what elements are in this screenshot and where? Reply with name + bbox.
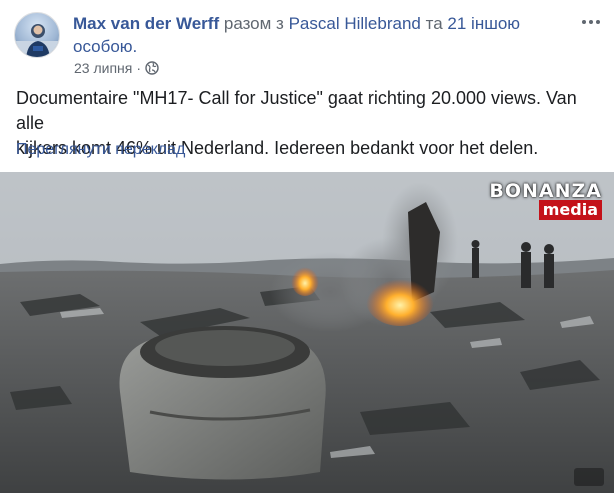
post-text-line-1: Documentaire "MH17- Call for Justice" ga… bbox=[16, 88, 577, 133]
with-label: разом з bbox=[223, 14, 284, 33]
and-label: та bbox=[425, 14, 443, 33]
post-media-image[interactable]: BONANZA media bbox=[0, 172, 614, 493]
see-translation-link[interactable]: Переглянути переклад bbox=[16, 141, 185, 159]
globe-icon[interactable] bbox=[145, 61, 159, 75]
meta-separator: · bbox=[136, 60, 142, 76]
watermark-bottom-text: media bbox=[538, 200, 602, 220]
post-header: Max van der Werff разом з Pascal Hillebr… bbox=[73, 12, 583, 58]
tagged-person-link[interactable]: Pascal Hillebrand bbox=[289, 14, 421, 33]
watermark-top-text: BONANZA bbox=[489, 180, 602, 202]
author-name[interactable]: Max van der Werff bbox=[73, 14, 219, 33]
avatar-image bbox=[15, 24, 59, 57]
more-options-icon[interactable] bbox=[576, 10, 606, 34]
post-meta: 23 липня · bbox=[74, 60, 159, 76]
post-date[interactable]: 23 липня bbox=[74, 60, 132, 76]
author-avatar[interactable] bbox=[14, 12, 60, 58]
bonanza-media-watermark: BONANZA media bbox=[489, 180, 602, 220]
crash-scene-image bbox=[0, 172, 614, 493]
